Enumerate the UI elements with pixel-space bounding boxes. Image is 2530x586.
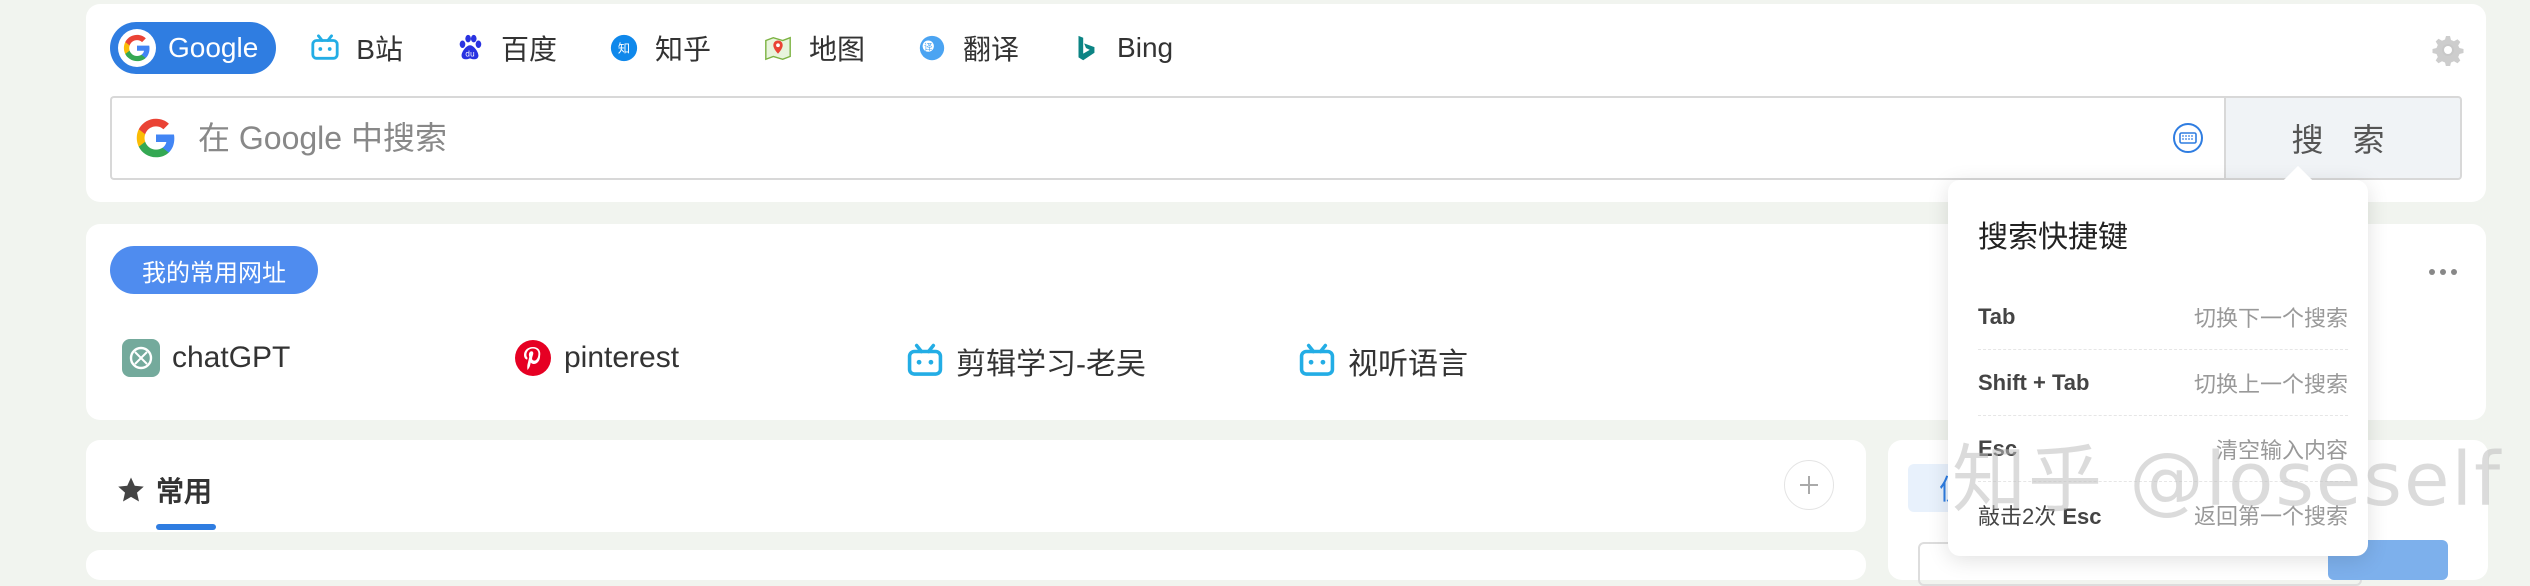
keyboard-icon[interactable] — [2172, 122, 2204, 154]
watermark: 知乎 @loseself — [1952, 437, 2503, 523]
engine-tab-google[interactable]: Google — [110, 22, 277, 74]
favorite-link-chatgpt[interactable]: chatGPT — [122, 339, 290, 377]
shortcut-row: Shift + Tab 切换上一个搜索 — [1978, 350, 2348, 416]
svg-text:du: du — [465, 49, 475, 58]
engine-label: 知乎 — [655, 34, 712, 65]
openai-icon — [122, 339, 160, 377]
shortcut-desc: 切换下一个搜索 — [2193, 305, 2348, 331]
favorite-label: 剪辑学习-老吴 — [956, 348, 1146, 381]
favorite-label: chatGPT — [172, 341, 291, 374]
engine-tab-zhihu[interactable]: 知 知乎 — [597, 22, 729, 74]
search-field — [110, 96, 2224, 180]
favorite-link-film-language[interactable]: 视听语言 — [1298, 339, 1468, 383]
engine-tab-bilibili[interactable]: B站 — [298, 22, 421, 74]
common-card: 常用 — [86, 440, 1866, 532]
translate-icon: 译 — [913, 29, 951, 67]
map-icon — [759, 29, 797, 67]
engine-tab-map[interactable]: 地图 — [751, 22, 883, 74]
favorite-link-editing[interactable]: 剪辑学习-老吴 — [906, 339, 1146, 383]
gear-icon[interactable] — [2432, 34, 2464, 66]
baidu-icon: du — [451, 29, 489, 67]
active-tab-indicator — [156, 524, 216, 530]
shortcut-key: Tab — [1978, 303, 2016, 329]
more-icon[interactable] — [2418, 252, 2468, 292]
search-card: Google B站 du 百度 知 知乎 地图 译 翻译 Bing 在 Goog… — [86, 4, 2486, 202]
svg-text:译: 译 — [924, 42, 933, 52]
svg-text:知: 知 — [618, 42, 630, 56]
content-card — [86, 550, 1866, 580]
add-button[interactable] — [1784, 460, 1834, 510]
favorites-tag[interactable]: 我的常用网址 — [110, 246, 318, 294]
engine-label: 百度 — [500, 34, 557, 65]
shortcut-row: Tab 切换下一个搜索 — [1978, 284, 2348, 350]
popup-title: 搜索快捷键 — [1978, 221, 2128, 254]
search-button[interactable]: 搜 索 — [2224, 96, 2462, 180]
engine-tab-baidu[interactable]: du 百度 — [443, 22, 575, 74]
favorite-link-pinterest[interactable]: pinterest — [514, 339, 679, 377]
engine-label: B站 — [356, 34, 403, 65]
tab-common-label: 常用 — [156, 476, 213, 507]
bilibili-icon — [1299, 343, 1335, 376]
favorite-label: 视听语言 — [1348, 348, 1468, 381]
google-icon — [136, 118, 175, 158]
zhihu-icon: 知 — [605, 29, 643, 67]
engine-label: 地图 — [809, 34, 866, 65]
bilibili-icon — [306, 29, 344, 67]
engine-label: Bing — [1117, 32, 1174, 63]
tab-common[interactable]: 常用 — [116, 470, 212, 510]
favorite-label: pinterest — [564, 341, 680, 374]
star-icon — [118, 477, 144, 502]
engine-label: 翻译 — [963, 34, 1020, 65]
pinterest-icon — [515, 340, 551, 376]
google-icon — [118, 29, 156, 67]
shortcut-desc: 切换上一个搜索 — [2193, 371, 2348, 397]
engine-label: Google — [168, 32, 259, 63]
engine-tab-bing[interactable]: Bing — [1059, 22, 1191, 74]
bing-icon — [1067, 29, 1105, 67]
plus-icon — [1800, 476, 1818, 494]
engine-tabs: Google B站 du 百度 知 知乎 地图 译 翻译 Bing — [110, 22, 1213, 74]
search-input[interactable] — [196, 118, 2172, 158]
engine-tab-translate[interactable]: 译 翻译 — [905, 22, 1037, 74]
shortcut-key: Shift + Tab — [1978, 369, 2090, 395]
bilibili-icon — [907, 343, 943, 376]
